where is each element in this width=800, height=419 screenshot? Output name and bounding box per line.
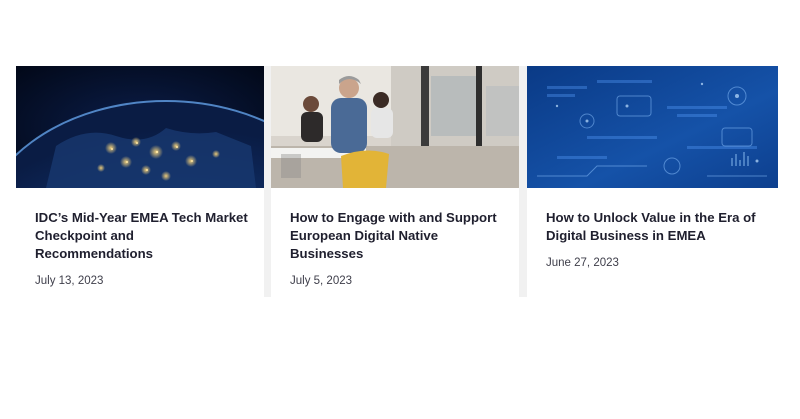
article-card-emea-tech-checkpoint[interactable]: IDC’s Mid-Year EMEA Tech Market Checkpoi…: [16, 66, 264, 297]
office-meeting-image[interactable]: [271, 66, 519, 188]
article-card-unlock-value-digital-business[interactable]: How to Unlock Value in the Era of Digita…: [527, 66, 778, 297]
article-title[interactable]: How to Engage with and Support European …: [290, 209, 505, 263]
article-title[interactable]: How to Unlock Value in the Era of Digita…: [546, 209, 764, 245]
article-date: July 13, 2023: [35, 275, 104, 287]
article-date: June 27, 2023: [546, 257, 619, 269]
article-card-digital-native-businesses[interactable]: How to Engage with and Support European …: [271, 66, 519, 297]
article-date: July 5, 2023: [290, 275, 353, 287]
article-title[interactable]: IDC’s Mid-Year EMEA Tech Market Checkpoi…: [35, 209, 250, 263]
earth-night-image[interactable]: [16, 66, 264, 188]
digital-interface-image[interactable]: [527, 66, 778, 188]
